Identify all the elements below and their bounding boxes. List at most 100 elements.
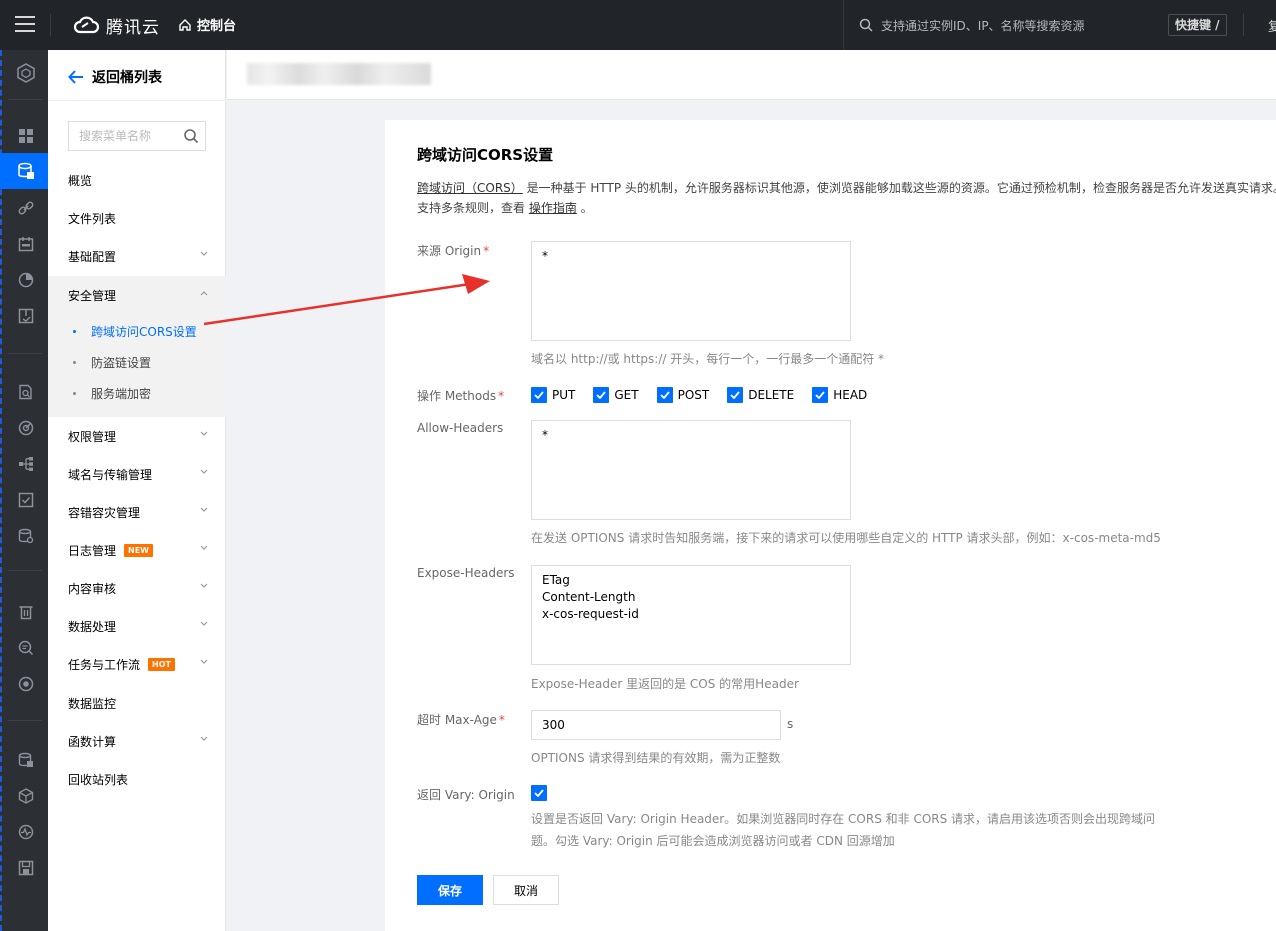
sidebar-item-basic-config[interactable]: 基础配置 [48,237,226,275]
method-name: GET [614,388,639,402]
radar-icon[interactable] [16,418,36,438]
cors-doc-link[interactable]: 跨域访问（CORS） [417,181,523,195]
checkbox-checked-icon [593,387,610,403]
sidebar-item-label: 概览 [68,173,93,188]
sidebar-divider [48,100,226,101]
sidebar-item-file-list[interactable]: 文件列表 [48,199,226,237]
sidebar-item-recycle-bin[interactable]: 回收站列表 [48,760,226,798]
console-link[interactable]: 控制台 [178,15,236,34]
vary-help-line-1: 设置是否返回 Vary: Origin Header。如果浏览器同时存在 COR… [531,812,1156,826]
sidebar-item-data-monitoring[interactable]: 数据监控 [48,684,226,722]
link-icon[interactable] [16,198,36,218]
sidebar-subitem-encryption[interactable]: 服务端加密 [48,378,226,408]
topbar-truncated-item[interactable]: 复 [1268,16,1276,35]
search-icon [859,18,873,32]
sidebar-item-security[interactable]: 安全管理 [48,276,226,314]
chevron-down-icon [200,431,208,436]
methods-checkbox-group: PUT GET POST DELETE HEAD [531,387,885,403]
sidebar-item-domain-transfer[interactable]: 域名与传输管理 [48,455,226,493]
vary-help-line-2: 题。勾选 Vary: Origin 后可能会造成浏览器访问或者 CDN 回源增加 [531,834,895,848]
guide-link[interactable]: 操作指南 [529,201,577,215]
home-icon [179,18,191,31]
chevron-down-icon [200,659,208,664]
method-delete-checkbox[interactable]: DELETE [727,387,794,403]
method-put-checkbox[interactable]: PUT [531,387,575,403]
cube-icon[interactable] [16,786,36,806]
sidebar-item-content-review[interactable]: 内容审核 [48,569,226,607]
sidebar-item-data-processing[interactable]: 数据处理 [48,607,226,645]
back-to-bucket-list-button[interactable]: 返回桶列表 [68,66,162,88]
method-post-checkbox[interactable]: POST [656,387,710,403]
cloud-logo-icon [73,16,100,34]
topbar-divider-right [1243,14,1244,36]
checkmark-icon [534,789,544,797]
origin-textarea[interactable]: * [531,241,851,341]
sidebar-item-overview[interactable]: 概览 [48,161,226,199]
sidebar-subitem-label: 跨域访问CORS设置 [91,324,197,339]
db-settings-icon[interactable] [16,526,36,546]
sidebar-item-tasks-workflow[interactable]: 任务与工作流 HOT [48,645,226,683]
max-age-input[interactable]: 300 [531,710,781,740]
sidebar-item-log-management[interactable]: 日志管理 NEW [48,531,226,569]
rail-separator [8,353,42,354]
rail-separator [8,99,42,100]
target-icon[interactable] [16,674,36,694]
method-name: HEAD [833,388,868,402]
dashboard-icon[interactable] [16,126,36,146]
bullet [73,361,76,364]
storage-icon[interactable] [16,161,36,181]
trash-icon[interactable] [16,602,36,622]
search-icon[interactable] [183,128,199,144]
pulse-icon[interactable] [16,822,36,842]
save-button[interactable]: 保存 [417,875,483,905]
expose-headers-help: Expose-Header 里返回的是 COS 的常用Header [531,677,799,691]
checkbox-checked-icon [812,387,829,403]
method-head-checkbox[interactable]: HEAD [812,387,867,403]
allow-headers-textarea[interactable]: * [531,420,851,520]
desc-text: 是一种基于 HTTP 头的机制，允许服务器标识其他源，使浏览器能够加载这些源的资… [522,181,1276,195]
checkbox-checked-icon [531,387,547,403]
chevron-down-icon [200,736,208,741]
required-mark: * [483,244,490,258]
save-box-icon[interactable] [16,858,36,878]
methods-label-text: 操作 Methods [417,389,497,403]
expose-headers-textarea[interactable]: ETag Content-Length x-cos-request-id [531,565,851,665]
hexagon-icon[interactable] [16,63,36,83]
back-label: 返回桶列表 [92,70,162,86]
calendar-icon[interactable] [16,234,36,254]
tencent-cloud-logo[interactable]: 腾讯云 [72,12,160,38]
top-bar: 腾讯云 控制台 支持通过实例ID、IP、名称等搜索资源 快捷键 / 复 [0,0,1276,50]
sidebar-item-permissions[interactable]: 权限管理 [48,417,226,455]
doc-search-icon[interactable] [16,382,36,402]
required-mark: * [498,389,505,403]
allow-headers-help: 在发送 OPTIONS 请求时告知服务端，接下来的请求可以使用哪些自定义的 HT… [531,531,1161,545]
cors-description: 跨域访问（CORS） 是一种基于 HTTP 头的机制，允许服务器标识其他源，使浏… [417,178,1276,218]
hamburger-menu-icon[interactable] [15,16,35,32]
sidebar-subitem-cors[interactable]: 跨域访问CORS设置 [48,316,226,346]
flow-icon[interactable] [16,454,36,474]
sidebar-item-label: 数据监控 [68,696,117,711]
checklist-icon[interactable] [16,490,36,510]
shortcut-key-button[interactable]: 快捷键 / [1168,14,1227,36]
vary-origin-help: 设置是否返回 Vary: Origin Header。如果浏览器同时存在 COR… [531,808,1155,852]
sidebar-item-function-compute[interactable]: 函数计算 [48,722,226,760]
db-doc-icon[interactable] [16,750,36,770]
sidebar-item-label: 回收站列表 [68,772,129,787]
vary-origin-checkbox[interactable] [531,785,547,801]
sidebar-subitem-hotlink[interactable]: 防盗链设置 [48,347,226,377]
chevron-up-icon [200,291,208,296]
cancel-button[interactable]: 取消 [493,875,559,905]
pie-chart-icon[interactable] [16,270,36,290]
sidebar-item-fault-tolerance[interactable]: 容错容灾管理 [48,493,226,531]
menu-search-input[interactable] [79,122,187,150]
cors-settings-card: 跨域访问CORS设置 跨域访问（CORS） 是一种基于 HTTP 头的机制，允许… [385,120,1276,931]
method-get-checkbox[interactable]: GET [593,387,639,403]
sidebar-item-label: 基础配置 [68,249,117,264]
chevron-down-icon [200,469,208,474]
redacted-bucket-name [247,63,431,85]
method-name: POST [677,388,710,402]
search-doc-icon[interactable] [16,638,36,658]
max-age-help: OPTIONS 请求得到结果的有效期，需为正整数 [531,751,781,765]
rail-separator [8,720,42,721]
inventory-icon[interactable] [16,306,36,326]
